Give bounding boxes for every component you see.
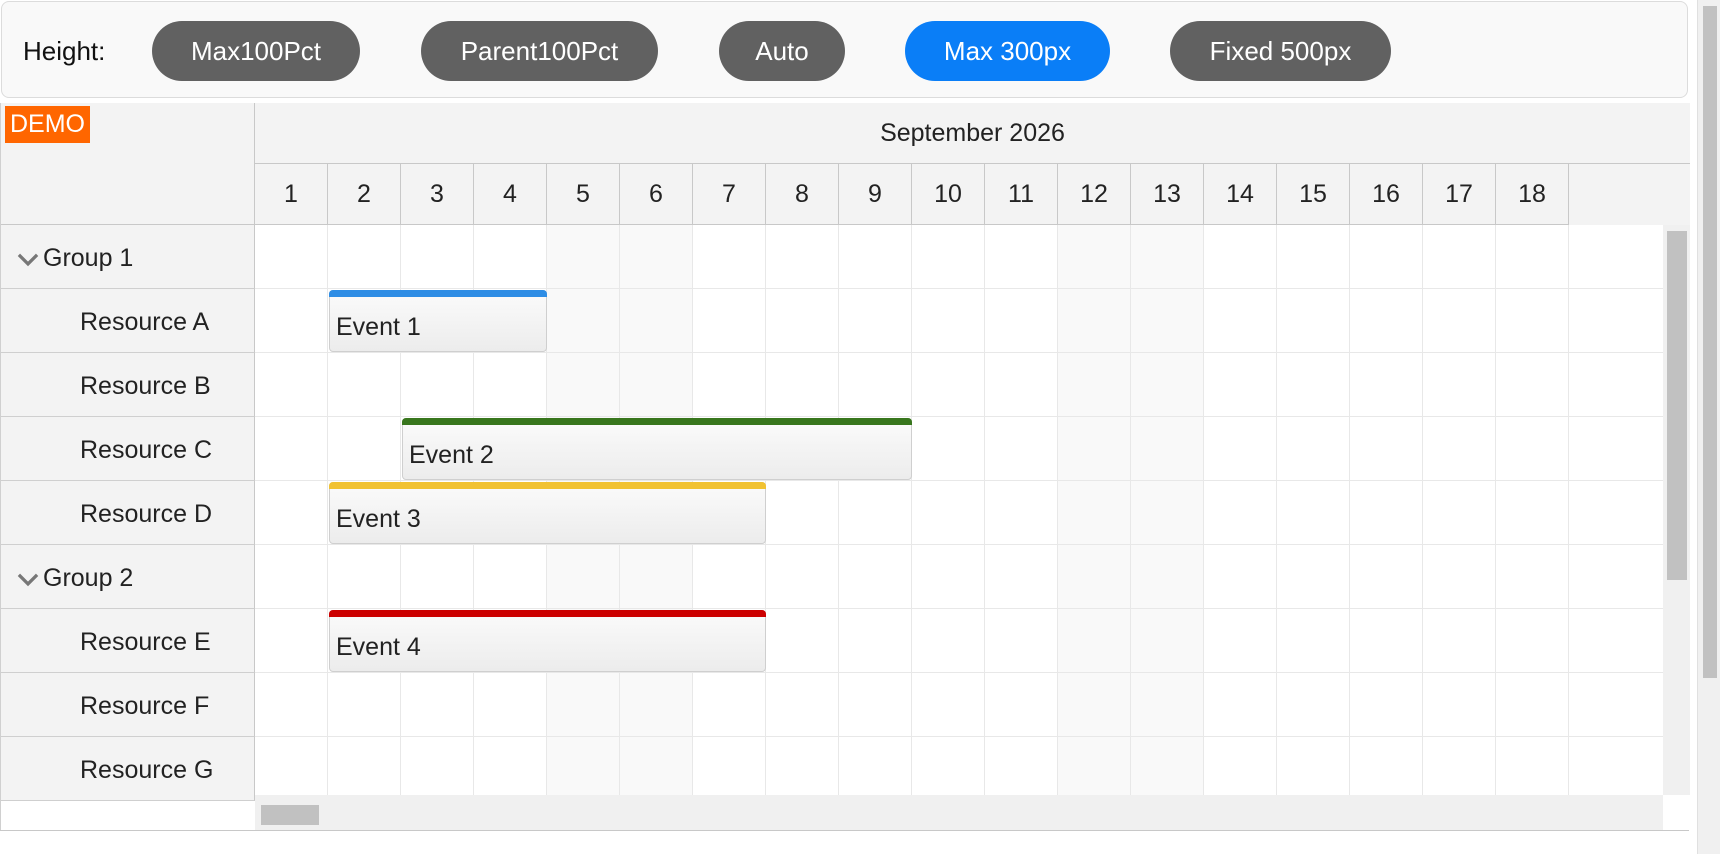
- day-header: 15: [1277, 164, 1350, 225]
- bottom-divider: [0, 830, 1689, 831]
- day-header: 14: [1204, 164, 1277, 225]
- height-parent100pct-button[interactable]: Parent100Pct: [421, 21, 658, 81]
- scheduler-grid[interactable]: Event 1 Event 2 Event 3 Event 4: [255, 225, 1663, 795]
- row-label: Group 1: [43, 244, 134, 272]
- chevron-down-icon[interactable]: [15, 567, 41, 593]
- height-max100pct-button[interactable]: Max100Pct: [152, 21, 360, 81]
- row-label: Group 2: [43, 564, 134, 592]
- resource-row-header: Resource G: [1, 737, 255, 801]
- day-header: 11: [985, 164, 1058, 225]
- event-color-bar: [402, 418, 912, 425]
- day-header: 6: [620, 164, 693, 225]
- event-label: Event 4: [336, 633, 421, 661]
- time-header: September 2026 1 2 3 4 5 6 7 8 9 10 11 12 13 14 15 16 17…: [255, 103, 1690, 225]
- page-scroll-thumb[interactable]: [1703, 6, 1717, 678]
- grid-row-line: [255, 672, 1663, 673]
- day-header: 13: [1131, 164, 1204, 225]
- grid-day-column: [1423, 225, 1496, 795]
- grid-day-column: [985, 225, 1058, 795]
- day-header: 3: [401, 164, 474, 225]
- group-row-header[interactable]: Group 1: [1, 225, 255, 289]
- vertical-scrollbar[interactable]: [1663, 225, 1690, 795]
- event-color-bar: [329, 482, 766, 489]
- event-box[interactable]: Event 2: [402, 418, 912, 480]
- group-row-header[interactable]: Group 2: [1, 545, 255, 609]
- resource-row-header: Resource F: [1, 673, 255, 737]
- day-header: 8: [766, 164, 839, 225]
- day-header: 17: [1423, 164, 1496, 225]
- row-label: Resource D: [80, 500, 212, 528]
- grid-row-line: [255, 480, 1663, 481]
- grid-day-column: [912, 225, 985, 795]
- event-box[interactable]: Event 3: [329, 482, 766, 544]
- grid-day-column: [766, 225, 839, 795]
- grid-row-line: [255, 608, 1663, 609]
- height-max300px-button[interactable]: Max 300px: [905, 21, 1110, 81]
- height-label: Height:: [23, 36, 106, 66]
- height-toolbar: Height: Max100Pct Parent100Pct Auto Max …: [1, 1, 1688, 98]
- grid-row-line: [255, 288, 1663, 289]
- grid-row-line: [255, 352, 1663, 353]
- height-fixed500px-button[interactable]: Fixed 500px: [1170, 21, 1391, 81]
- scheduler-corner: DEMO: [1, 103, 255, 225]
- grid-row-line: [255, 416, 1663, 417]
- day-header: 12: [1058, 164, 1131, 225]
- day-header: 10: [912, 164, 985, 225]
- day-header: 2: [328, 164, 401, 225]
- horizontal-scrollbar[interactable]: [255, 795, 1663, 830]
- grid-day-column: [1058, 225, 1131, 795]
- grid-row-line: [255, 736, 1663, 737]
- event-box[interactable]: Event 1: [329, 290, 547, 352]
- demo-badge: DEMO: [5, 106, 90, 143]
- grid-day-column: [1204, 225, 1277, 795]
- grid-day-column: [1350, 225, 1423, 795]
- event-label: Event 1: [336, 313, 421, 341]
- day-header: 18: [1496, 164, 1569, 225]
- grid-day-column: [255, 225, 328, 795]
- resource-row-header: Resource D: [1, 481, 255, 545]
- row-headers: Group 1 Resource A Resource B Resource C Res…: [1, 225, 255, 830]
- row-label: Resource G: [80, 756, 214, 784]
- day-header: 4: [474, 164, 547, 225]
- page-scrollbar[interactable]: [1697, 0, 1720, 854]
- resource-row-header: Resource C: [1, 417, 255, 481]
- vertical-scroll-thumb[interactable]: [1667, 231, 1687, 580]
- resource-row-header: Resource A: [1, 289, 255, 353]
- chevron-down-icon[interactable]: [15, 247, 41, 273]
- month-header: September 2026: [255, 103, 1690, 164]
- horizontal-scroll-thumb[interactable]: [261, 805, 319, 825]
- row-label: Resource F: [80, 692, 210, 720]
- row-label: Resource B: [80, 372, 211, 400]
- day-header: 5: [547, 164, 620, 225]
- grid-day-column: [1131, 225, 1204, 795]
- day-header: 9: [839, 164, 912, 225]
- event-color-bar: [329, 290, 547, 297]
- event-label: Event 2: [409, 441, 494, 469]
- grid-day-column: [1496, 225, 1569, 795]
- grid-day-column: [1277, 225, 1350, 795]
- event-label: Event 3: [336, 505, 421, 533]
- resource-row-header: Resource B: [1, 353, 255, 417]
- day-header: 1: [255, 164, 328, 225]
- day-header: 7: [693, 164, 766, 225]
- row-label: Resource C: [80, 436, 212, 464]
- event-box[interactable]: Event 4: [329, 610, 766, 672]
- resource-row-header: Resource E: [1, 609, 255, 673]
- day-header: 16: [1350, 164, 1423, 225]
- event-color-bar: [329, 610, 766, 617]
- height-auto-button[interactable]: Auto: [719, 21, 845, 81]
- scheduler: DEMO Group 1 Resource A Resource B Resource…: [0, 103, 1690, 830]
- row-label: Resource A: [80, 308, 210, 336]
- grid-day-column: [839, 225, 912, 795]
- grid-row-line: [255, 544, 1663, 545]
- row-label: Resource E: [80, 628, 211, 656]
